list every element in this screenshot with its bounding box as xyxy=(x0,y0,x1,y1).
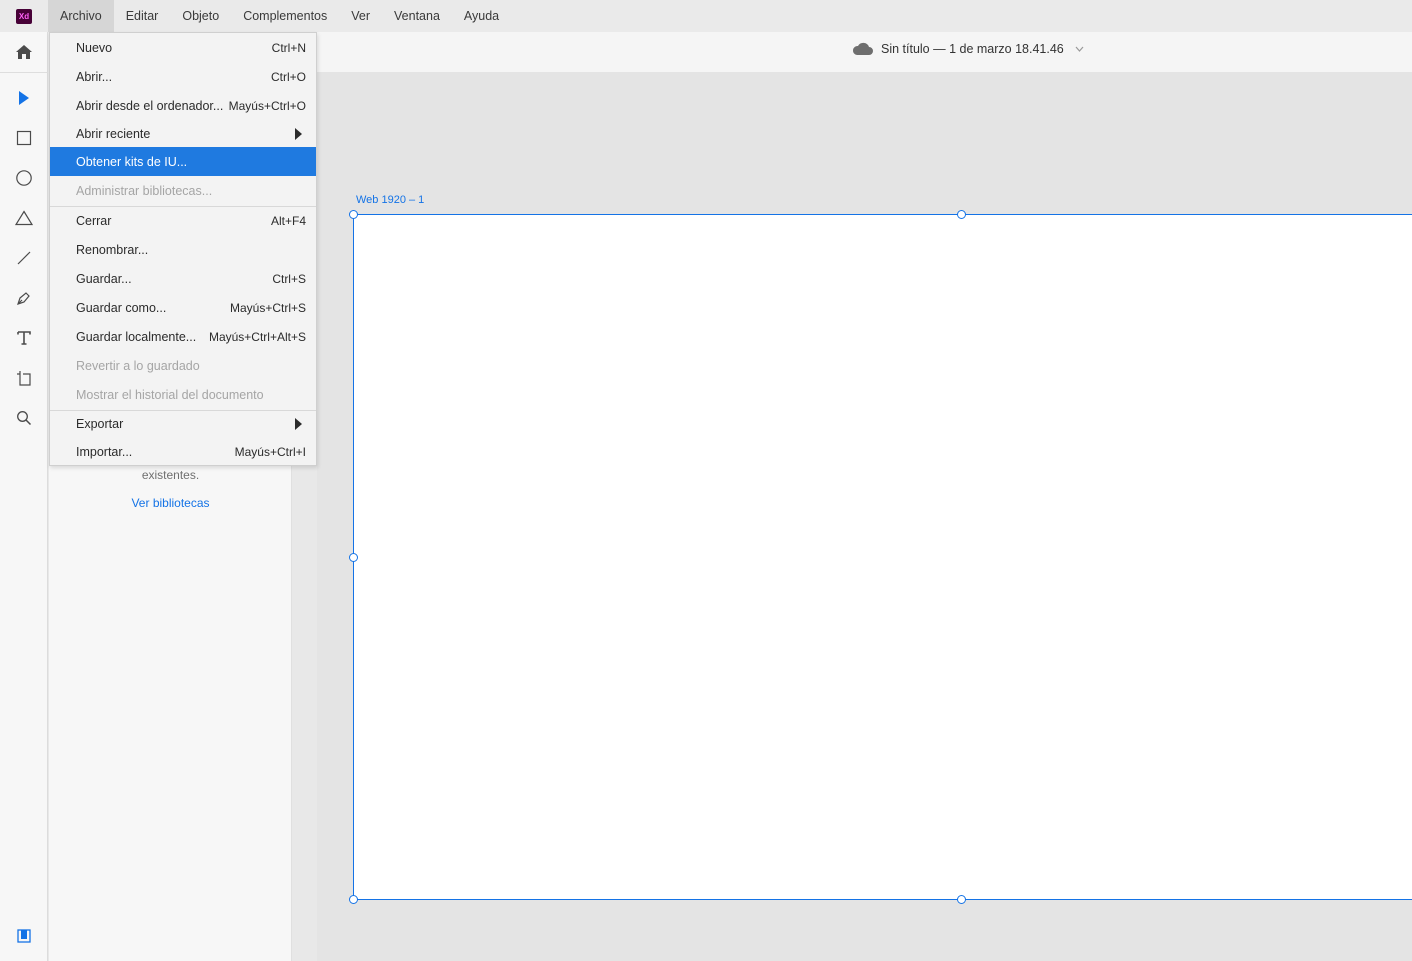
menu-complementos[interactable]: Complementos xyxy=(231,0,339,32)
menu-item-shortcut: Ctrl+S xyxy=(272,271,306,286)
artboard[interactable] xyxy=(353,214,1412,900)
menu-item-administrar-bibliotecas: Administrar bibliotecas... xyxy=(50,176,316,205)
text-icon[interactable] xyxy=(12,326,36,350)
cloud-icon xyxy=(852,42,874,56)
toolbar-divider xyxy=(0,72,48,73)
menu-ventana[interactable]: Ventana xyxy=(382,0,452,32)
menu-archivo[interactable]: Archivo xyxy=(48,0,114,32)
document-title-button[interactable]: Sin título — 1 de marzo 18.41.46 xyxy=(852,42,1084,56)
artboard-label[interactable]: Web 1920 – 1 xyxy=(356,194,424,206)
line-icon[interactable] xyxy=(12,246,36,270)
menu-ayuda[interactable]: Ayuda xyxy=(452,0,511,32)
submenu-arrow-icon xyxy=(295,127,302,140)
menu-item-guardar[interactable]: Guardar... Ctrl+S xyxy=(50,264,316,293)
libraries-icon[interactable] xyxy=(12,924,36,948)
menu-item-label: Abrir... xyxy=(76,69,113,84)
menu-item-renombrar[interactable]: Renombrar... xyxy=(50,235,316,264)
menu-item-label: Guardar como... xyxy=(76,300,167,315)
menu-item-label: Importar... xyxy=(76,444,133,459)
app-logo[interactable]: Xd xyxy=(0,0,48,32)
xd-logo-icon: Xd xyxy=(16,8,32,24)
resize-handle-left[interactable] xyxy=(349,553,358,562)
menu-item-label: Nuevo xyxy=(76,40,113,55)
home-icon[interactable] xyxy=(12,40,36,64)
file-menu-dropdown: Nuevo Ctrl+N Abrir... Ctrl+O Abrir desde… xyxy=(49,32,317,466)
menu-item-abrir[interactable]: Abrir... Ctrl+O xyxy=(50,62,316,91)
menu-bar: Xd Archivo Editar Objeto Complementos Ve… xyxy=(0,0,1412,32)
rectangle-icon[interactable] xyxy=(12,126,36,150)
menu-item-label: Obtener kits de IU... xyxy=(76,154,188,169)
menu-item-shortcut: Alt+F4 xyxy=(270,213,306,228)
menu-editar[interactable]: Editar xyxy=(114,0,171,32)
menu-item-shortcut: Mayús+Ctrl+Alt+S xyxy=(208,329,306,344)
resize-handle-top[interactable] xyxy=(957,210,966,219)
menu-objeto[interactable]: Objeto xyxy=(170,0,231,32)
menu-item-label: Guardar localmente... xyxy=(76,329,197,344)
menu-item-label: Revertir a lo guardado xyxy=(76,358,200,373)
chevron-down-icon xyxy=(1075,44,1084,55)
panel-description-text: existentes. xyxy=(141,468,200,482)
menu-item-guardar-como[interactable]: Guardar como... Mayús+Ctrl+S xyxy=(50,293,316,322)
menu-item-shortcut: Mayús+Ctrl+I xyxy=(234,444,306,459)
resize-handle-top-left[interactable] xyxy=(349,210,358,219)
menu-item-exportar[interactable]: Exportar xyxy=(50,409,316,438)
tool-bar xyxy=(0,32,48,961)
menu-item-label: Renombrar... xyxy=(76,242,149,257)
menu-item-shortcut: Mayús+Ctrl+O xyxy=(228,98,306,113)
menu-item-nuevo[interactable]: Nuevo Ctrl+N xyxy=(50,33,316,62)
menu-item-abrir-desde-ordenador[interactable]: Abrir desde el ordenador... Mayús+Ctrl+O xyxy=(50,91,316,120)
polygon-icon[interactable] xyxy=(12,206,36,230)
menu-item-label: Abrir desde el ordenador... xyxy=(76,98,224,113)
resize-handle-bottom-left[interactable] xyxy=(349,895,358,904)
ellipse-icon[interactable] xyxy=(12,166,36,190)
menu-item-label: Exportar xyxy=(76,416,124,431)
document-title-bar: Sin título — 1 de marzo 18.41.46 xyxy=(317,32,1412,72)
select-icon[interactable] xyxy=(12,86,36,110)
menu-ver[interactable]: Ver xyxy=(339,0,382,32)
menu-item-abrir-reciente[interactable]: Abrir reciente xyxy=(50,119,316,148)
menu-item-shortcut: Ctrl+N xyxy=(271,40,306,55)
submenu-arrow-icon xyxy=(295,417,302,430)
menu-item-label: Cerrar xyxy=(76,213,112,228)
menu-item-shortcut: Mayús+Ctrl+S xyxy=(229,300,306,315)
document-title: Sin título — 1 de marzo 18.41.46 xyxy=(881,42,1064,56)
menu-item-label: Guardar... xyxy=(76,271,132,286)
menu-item-cerrar[interactable]: Cerrar Alt+F4 xyxy=(50,206,316,235)
view-libraries-link[interactable]: Ver bibliotecas xyxy=(49,496,292,510)
artboard-icon[interactable] xyxy=(12,366,36,390)
menu-item-obtener-kits[interactable]: Obtener kits de IU... xyxy=(50,147,316,176)
menu-item-label: Administrar bibliotecas... xyxy=(76,183,213,198)
menu-item-label: Mostrar el historial del documento xyxy=(76,387,264,402)
menu-item-shortcut: Ctrl+O xyxy=(270,69,306,84)
menu-item-historial: Mostrar el historial del documento xyxy=(50,380,316,409)
design-canvas[interactable]: Web 1920 – 1 xyxy=(317,72,1412,961)
pen-icon[interactable] xyxy=(12,286,36,310)
menu-item-label: Abrir reciente xyxy=(76,126,151,141)
menu-item-guardar-localmente[interactable]: Guardar localmente... Mayús+Ctrl+Alt+S xyxy=(50,322,316,351)
menu-item-revertir: Revertir a lo guardado xyxy=(50,351,316,380)
menu-item-importar[interactable]: Importar... Mayús+Ctrl+I xyxy=(50,437,316,466)
resize-handle-bottom[interactable] xyxy=(957,895,966,904)
zoom-icon[interactable] xyxy=(12,406,36,430)
